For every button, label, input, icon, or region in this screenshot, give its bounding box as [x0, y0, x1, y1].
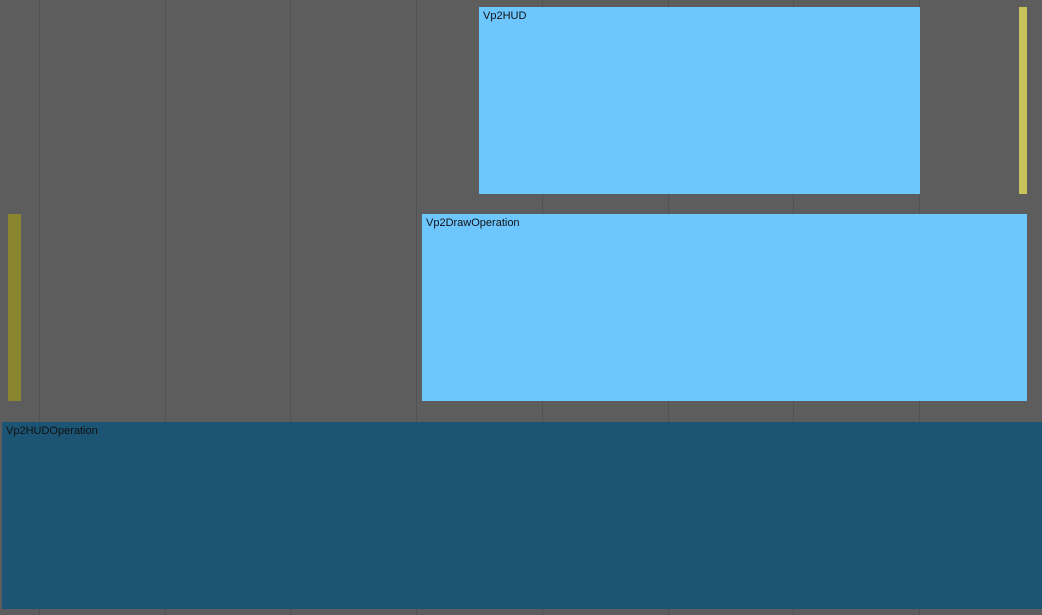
event-label: Vp2HUDOperation	[6, 425, 98, 437]
event-marker-row2[interactable]	[8, 214, 21, 401]
profiler-timeline[interactable]: Vp2HUD Vp2DrawOperation Vp2HUDOperation	[0, 0, 1042, 615]
event-bar-vp2hud[interactable]: Vp2HUD	[479, 7, 920, 194]
event-bar-vp2drawoperation[interactable]: Vp2DrawOperation	[422, 214, 1027, 401]
event-bar-vp2hudoperation[interactable]: Vp2HUDOperation	[2, 422, 1042, 609]
event-label: Vp2HUD	[483, 10, 527, 22]
event-marker-row1[interactable]	[1019, 7, 1027, 194]
event-label: Vp2DrawOperation	[426, 217, 520, 229]
